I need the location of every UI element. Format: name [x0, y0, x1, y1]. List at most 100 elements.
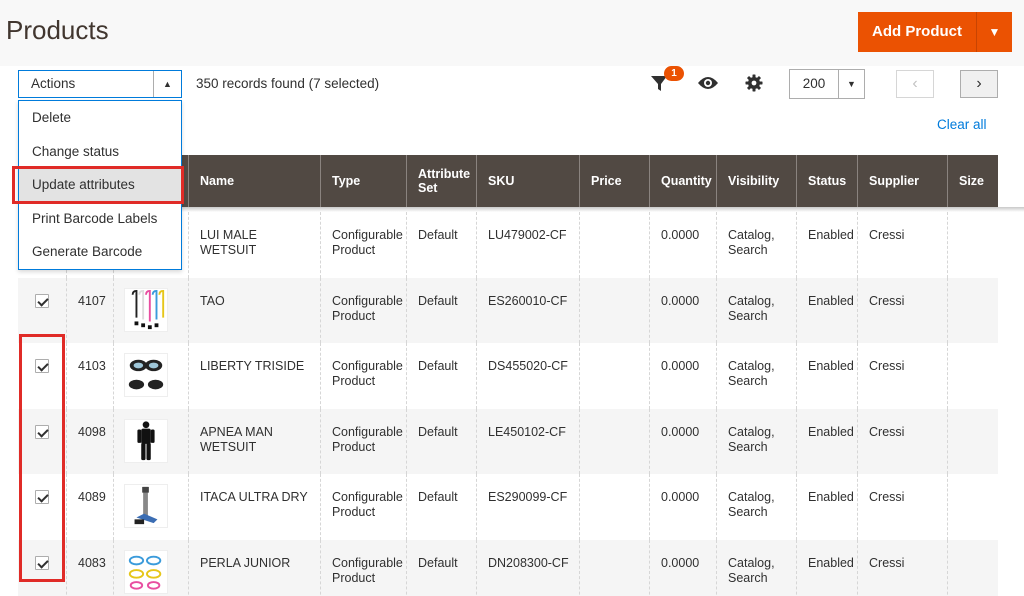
- sku-cell: LU479002-CF: [476, 212, 579, 278]
- chevron-left-icon: ‹: [912, 75, 918, 92]
- row-checkbox[interactable]: [35, 555, 49, 570]
- product-id-cell: 4083: [66, 539, 113, 596]
- attribute-set-cell: Default: [406, 343, 476, 409]
- table-row[interactable]: 4083 PERLA JUNIOR Configurable Product Defa…: [18, 539, 998, 596]
- product-thumbnail[interactable]: [124, 418, 168, 463]
- actions-menu: Delete Change status Update attributes P…: [18, 100, 182, 270]
- column-header-status[interactable]: Status: [796, 155, 857, 207]
- column-header-supplier[interactable]: Supplier: [857, 155, 947, 207]
- product-name-cell: PERLA JUNIOR: [188, 539, 320, 596]
- product-thumbnail[interactable]: [124, 287, 168, 332]
- actions-dropdown-label: Actions: [31, 76, 76, 91]
- column-header-sku[interactable]: SKU: [476, 155, 579, 207]
- menu-item-change-status[interactable]: Change status: [19, 135, 181, 169]
- product-id-cell: 4089: [66, 474, 113, 540]
- column-header-visibility[interactable]: Visibility: [716, 155, 796, 207]
- gear-icon[interactable]: [745, 74, 763, 92]
- column-header-size[interactable]: Size: [947, 155, 998, 207]
- price-cell: [579, 212, 649, 278]
- supplier-cell: Cressi: [857, 408, 947, 474]
- column-header-type[interactable]: Type: [320, 155, 406, 207]
- column-header-price[interactable]: Price: [579, 155, 649, 207]
- column-header-quantity[interactable]: Quantity: [649, 155, 716, 207]
- table-row[interactable]: 4089 ITACA ULTRA DRY Configurable Product D…: [18, 474, 998, 540]
- thumbnail-cell[interactable]: [113, 343, 188, 409]
- chevron-down-icon[interactable]: ▼: [838, 70, 864, 98]
- column-header-attribute-set[interactable]: Attribute Set: [406, 155, 476, 207]
- size-cell: [947, 474, 998, 540]
- previous-page-button[interactable]: ‹: [896, 70, 934, 98]
- product-type-cell: Configurable Product: [320, 277, 406, 343]
- grid-toolbar: Actions ▲ 350 records found (7 selected)…: [0, 66, 1024, 104]
- thumbnail-cell[interactable]: [113, 539, 188, 596]
- add-product-button[interactable]: Add Product ▼: [858, 12, 1012, 52]
- page-header: Products Add Product ▼: [0, 0, 1024, 66]
- product-name-cell: APNEA MAN WETSUIT: [188, 408, 320, 474]
- size-cell: [947, 277, 998, 343]
- column-header-name[interactable]: Name: [188, 155, 320, 207]
- thumbnail-cell[interactable]: [113, 474, 188, 540]
- actions-dropdown[interactable]: Actions ▲: [18, 70, 182, 98]
- select-cell: [18, 343, 66, 409]
- status-cell: Enabled: [796, 343, 857, 409]
- eye-icon[interactable]: [697, 75, 719, 91]
- product-thumbnail[interactable]: [124, 353, 168, 397]
- menu-item-update-attributes[interactable]: Update attributes: [19, 168, 181, 202]
- size-cell: [947, 343, 998, 409]
- row-checkbox[interactable]: [35, 359, 49, 373]
- status-cell: Enabled: [796, 408, 857, 474]
- row-checkbox[interactable]: [35, 424, 49, 439]
- price-cell: [579, 539, 649, 596]
- quantity-cell: 0.0000: [649, 408, 716, 474]
- add-product-label: Add Product: [872, 23, 962, 40]
- row-checkbox[interactable]: [35, 293, 49, 308]
- product-type-cell: Configurable Product: [320, 212, 406, 278]
- quantity-cell: 0.0000: [649, 539, 716, 596]
- product-type-cell: Configurable Product: [320, 539, 406, 596]
- price-cell: [579, 474, 649, 540]
- per-page-select[interactable]: 200 ▼: [789, 69, 865, 99]
- visibility-cell: Catalog, Search: [716, 474, 796, 540]
- menu-item-print-barcode-labels[interactable]: Print Barcode Labels: [19, 202, 181, 236]
- menu-item-delete[interactable]: Delete: [19, 101, 181, 135]
- product-id-cell: 4098: [66, 408, 113, 474]
- product-type-cell: Configurable Product: [320, 343, 406, 409]
- filter-count-badge: 1: [664, 66, 684, 81]
- product-id-cell: 4107: [66, 277, 113, 343]
- select-cell: [18, 278, 66, 344]
- attribute-set-cell: Default: [406, 539, 476, 596]
- product-type-cell: Configurable Product: [320, 474, 406, 540]
- row-checkbox[interactable]: [35, 490, 49, 504]
- table-row[interactable]: 4107 TAO Configurable Product Default ES2600…: [18, 277, 998, 344]
- quantity-cell: 0.0000: [649, 343, 716, 409]
- product-thumbnail[interactable]: [124, 484, 168, 528]
- thumbnail-cell[interactable]: [113, 277, 188, 343]
- status-cell: Enabled: [796, 474, 857, 540]
- clear-all-link[interactable]: Clear all: [937, 117, 987, 132]
- table-row[interactable]: 4098 APNEA MAN WETSUIT Configurable Produc…: [18, 408, 998, 474]
- page-title: Products: [6, 15, 109, 45]
- next-page-button[interactable]: ›: [960, 70, 998, 98]
- visibility-cell: Catalog, Search: [716, 408, 796, 474]
- add-product-dropdown-toggle[interactable]: ▼: [977, 12, 1012, 52]
- product-name-cell: LUI MALE WETSUIT: [188, 212, 320, 278]
- price-cell: [579, 277, 649, 343]
- per-page-value: 200: [802, 76, 826, 91]
- thumbnail-cell[interactable]: [113, 408, 188, 474]
- supplier-cell: Cressi: [857, 212, 947, 278]
- records-count: 350 records found (7 selected): [196, 76, 380, 91]
- sku-cell: DN208300-CF: [476, 539, 579, 596]
- product-thumbnail[interactable]: [124, 549, 168, 594]
- size-cell: [947, 539, 998, 596]
- table-row[interactable]: 4103 LIBERTY TRISIDE Configurable Product D…: [18, 343, 998, 409]
- attribute-set-cell: Default: [406, 474, 476, 540]
- sku-cell: ES290099-CF: [476, 474, 579, 540]
- product-name-cell: ITACA ULTRA DRY: [188, 474, 320, 540]
- product-id-cell: 4103: [66, 343, 113, 409]
- quantity-cell: 0.0000: [649, 212, 716, 278]
- attribute-set-cell: Default: [406, 212, 476, 278]
- status-cell: Enabled: [796, 212, 857, 278]
- menu-item-generate-barcode[interactable]: Generate Barcode: [19, 235, 181, 269]
- quantity-cell: 0.0000: [649, 474, 716, 540]
- chevron-up-icon[interactable]: ▲: [153, 71, 181, 97]
